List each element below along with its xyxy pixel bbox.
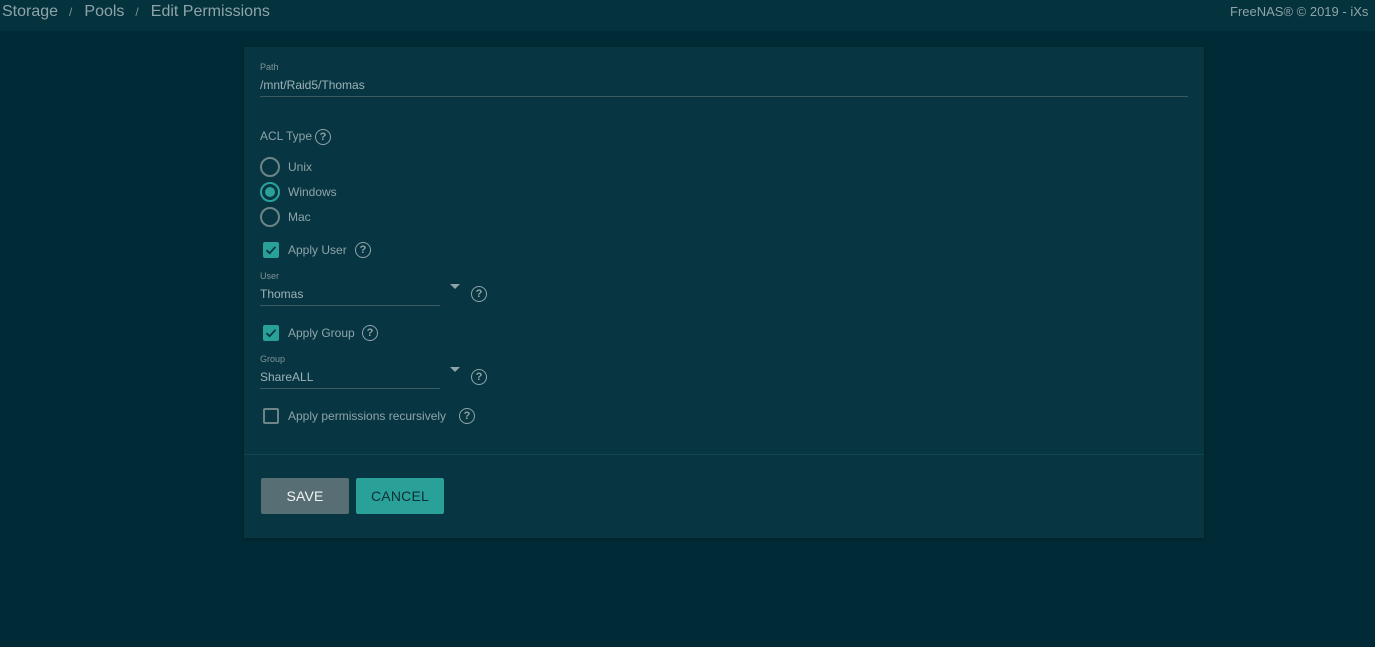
- path-underline: [260, 96, 1188, 97]
- group-label: Group: [260, 354, 286, 364]
- acl-type-help-icon[interactable]: ?: [315, 129, 331, 145]
- save-button[interactable]: SAVE: [261, 478, 349, 514]
- radio-mac-label[interactable]: Mac: [288, 210, 311, 224]
- path-field[interactable]: /mnt/Raid5/Thomas: [260, 78, 365, 92]
- group-help-icon[interactable]: ?: [471, 369, 487, 385]
- group-underline: [260, 388, 440, 389]
- radio-unix[interactable]: [260, 157, 280, 177]
- breadcrumb-storage[interactable]: Storage: [2, 3, 58, 21]
- breadcrumb-separator: /: [69, 5, 73, 19]
- chevron-down-icon[interactable]: [450, 284, 460, 289]
- radio-windows[interactable]: [260, 182, 280, 202]
- copyright-text: FreeNAS® © 2019 - iXs: [1230, 4, 1369, 19]
- apply-recursively-help-icon[interactable]: ?: [459, 408, 475, 424]
- apply-recursively-label[interactable]: Apply permissions recursively: [288, 409, 446, 423]
- apply-group-checkbox[interactable]: [263, 325, 279, 341]
- radio-mac[interactable]: [260, 207, 280, 227]
- cancel-button[interactable]: CANCEL: [356, 478, 444, 514]
- breadcrumb-pools[interactable]: Pools: [84, 3, 124, 21]
- check-icon: [265, 246, 277, 255]
- group-select[interactable]: ShareALL: [260, 370, 313, 384]
- user-help-icon[interactable]: ?: [471, 286, 487, 302]
- apply-group-label[interactable]: Apply Group: [288, 326, 355, 340]
- path-label: Path: [260, 62, 279, 72]
- breadcrumb: Storage / Pools / Edit Permissions: [2, 2, 270, 22]
- apply-recursively-checkbox[interactable]: [263, 408, 279, 424]
- radio-unix-label[interactable]: Unix: [288, 160, 312, 174]
- apply-user-label[interactable]: Apply User: [288, 243, 347, 257]
- apply-user-help-icon[interactable]: ?: [355, 242, 371, 258]
- top-bar: Storage / Pools / Edit Permissions FreeN…: [0, 0, 1375, 31]
- radio-windows-label[interactable]: Windows: [288, 185, 337, 199]
- user-select[interactable]: Thomas: [260, 287, 303, 301]
- user-label: User: [260, 271, 280, 281]
- radio-selected-dot: [265, 187, 275, 197]
- breadcrumb-separator: /: [135, 5, 139, 19]
- check-icon: [265, 329, 277, 338]
- acl-type-label: ACL Type: [260, 129, 313, 143]
- user-underline: [260, 305, 440, 306]
- actions-divider: [244, 454, 1204, 455]
- chevron-down-icon[interactable]: [450, 367, 460, 372]
- apply-user-checkbox[interactable]: [263, 242, 279, 258]
- apply-group-help-icon[interactable]: ?: [362, 325, 378, 341]
- edit-permissions-form: Path /mnt/Raid5/Thomas ACL Type ? Unix W…: [244, 47, 1204, 538]
- breadcrumb-edit-permissions: Edit Permissions: [150, 3, 270, 20]
